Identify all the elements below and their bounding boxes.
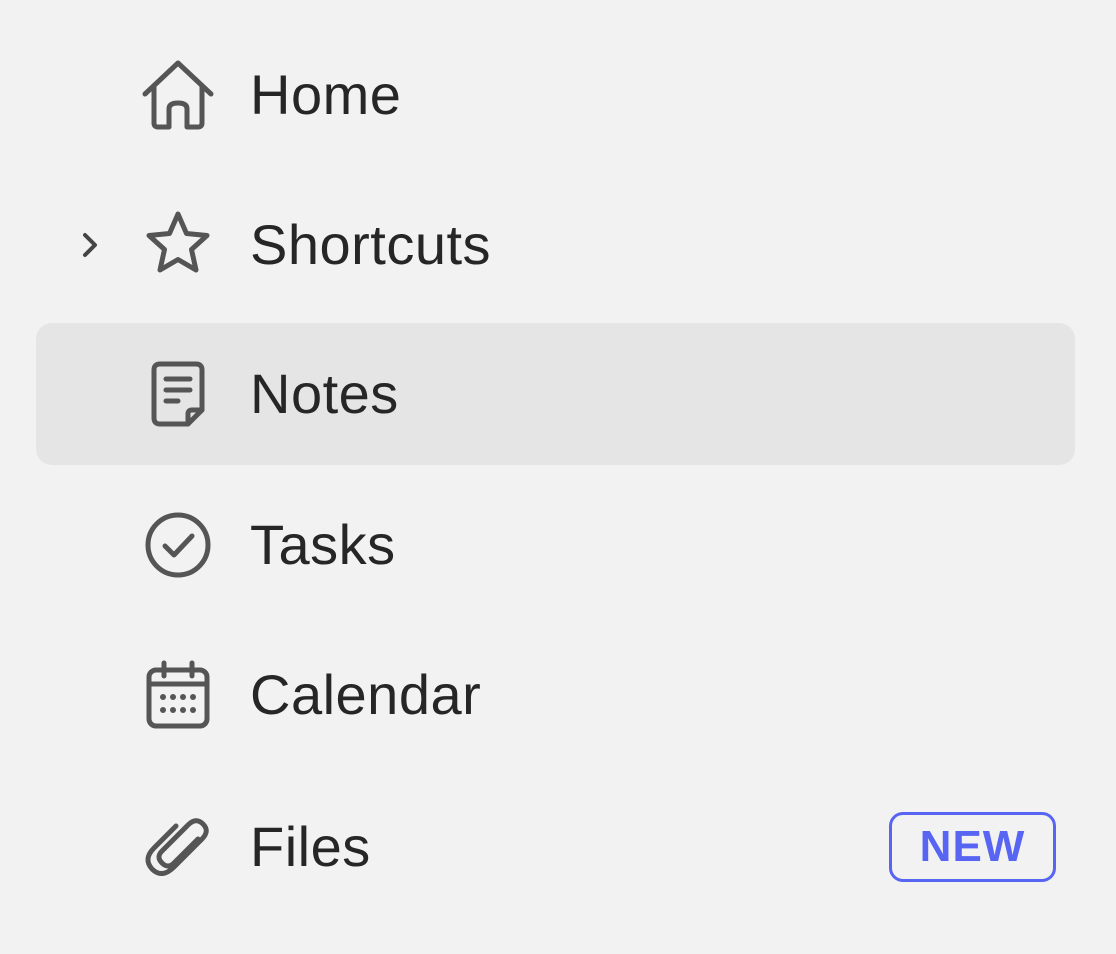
sidebar-item-calendar[interactable]: Calendar [36, 624, 1075, 766]
sidebar-item-label: Notes [250, 362, 399, 425]
sidebar-item-label: Home [250, 63, 402, 126]
check-circle-icon [140, 507, 216, 583]
chevron-right-icon[interactable] [76, 231, 104, 259]
sidebar-item-label: Shortcuts [250, 213, 492, 276]
sidebar-item-label: Tasks [250, 513, 396, 576]
sidebar: Home Shortcuts Notes Tasks Calendar File… [0, 0, 1116, 954]
home-icon [140, 57, 216, 133]
calendar-icon [140, 657, 216, 733]
sidebar-item-label: Calendar [250, 663, 482, 726]
paperclip-icon [140, 809, 216, 885]
star-icon [140, 207, 216, 283]
sidebar-item-tasks[interactable]: Tasks [36, 474, 1075, 616]
sidebar-item-shortcuts[interactable]: Shortcuts [36, 174, 1075, 316]
sidebar-item-files[interactable]: Files NEW [36, 776, 1075, 918]
sidebar-item-notes[interactable]: Notes [36, 323, 1075, 465]
note-icon [140, 356, 216, 432]
sidebar-item-label: Files [250, 815, 371, 878]
sidebar-item-home[interactable]: Home [36, 24, 1075, 166]
new-badge: NEW [889, 812, 1056, 882]
